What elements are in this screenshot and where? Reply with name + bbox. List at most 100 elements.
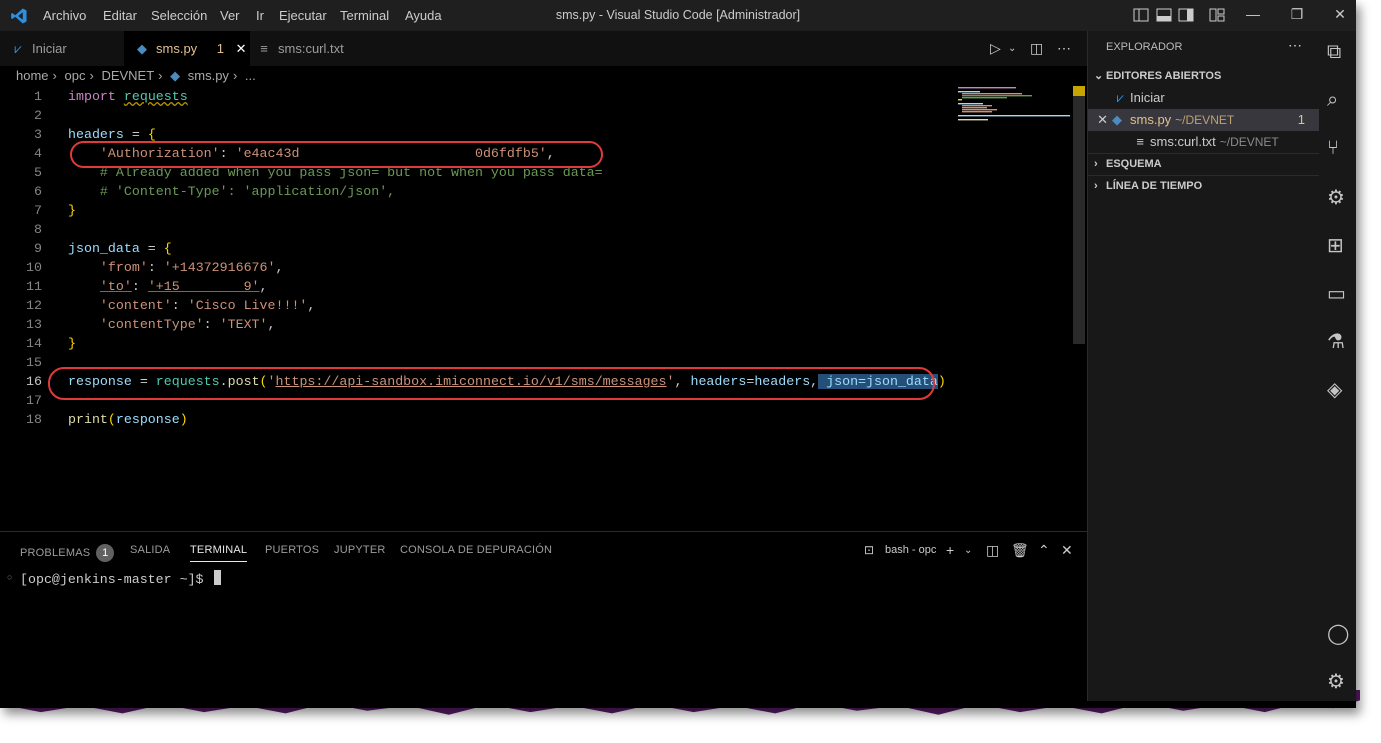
terminal-circle-icon: ○ bbox=[7, 572, 13, 582]
open-editor-name: Iniciar bbox=[1130, 90, 1165, 105]
code-token: = bbox=[139, 241, 164, 256]
split-terminal-icon[interactable]: ◫ bbox=[986, 542, 999, 559]
toggle-secondary-sidebar-icon[interactable] bbox=[1178, 8, 1194, 22]
more-actions-icon[interactable]: ⋯ bbox=[1057, 40, 1071, 57]
chevron-right-icon: › bbox=[1094, 180, 1098, 192]
chevron-right-icon: › bbox=[158, 68, 163, 83]
tab-sms-py[interactable]: ◆ sms.py 1 ✕ bbox=[124, 31, 250, 66]
explorer-more-icon[interactable]: ⋯ bbox=[1288, 37, 1302, 54]
menu-ir[interactable]: Ir bbox=[256, 8, 264, 23]
code-token: response bbox=[115, 412, 180, 427]
code-token: : bbox=[131, 279, 148, 294]
terminal-shell-name[interactable]: bash - opc bbox=[885, 544, 936, 556]
code-token: '+14372916676' bbox=[163, 260, 276, 275]
close-panel-icon[interactable]: ✕ bbox=[1061, 542, 1073, 559]
code-token: '+15 9' bbox=[147, 279, 260, 294]
menu-ejecutar[interactable]: Ejecutar bbox=[279, 8, 327, 23]
chevron-down-icon: ⌄ bbox=[1094, 70, 1104, 82]
code-token: { bbox=[163, 241, 172, 256]
chevron-right-icon: › bbox=[232, 68, 238, 83]
toggle-primary-sidebar-icon[interactable] bbox=[1133, 8, 1149, 22]
testing-flask-icon[interactable]: ⚗ bbox=[1327, 329, 1345, 354]
breadcrumb-more[interactable]: ... bbox=[245, 68, 256, 83]
source-control-icon[interactable]: ⑂ bbox=[1327, 137, 1339, 160]
menu-ayuda[interactable]: Ayuda bbox=[405, 8, 442, 23]
panel-tab-terminal[interactable]: TERMINAL bbox=[190, 544, 248, 562]
vscode-welcome-icon: ⩗ bbox=[14, 41, 22, 56]
close-editor-icon[interactable]: ✕ bbox=[1088, 109, 1108, 131]
open-editor-iniciar[interactable]: ⩗ Iniciar bbox=[1088, 87, 1319, 109]
panel-tab-consola-depuracion[interactable]: CONSOLA DE DEPURACIÓN bbox=[400, 544, 552, 556]
section-editores-abiertos[interactable]: ⌄ EDITORES ABIERTOS bbox=[1094, 69, 1221, 82]
split-editor-icon[interactable]: ◫ bbox=[1030, 40, 1043, 57]
breadcrumb-home[interactable]: home bbox=[16, 68, 49, 83]
close-button[interactable]: ✕ bbox=[1330, 6, 1350, 23]
search-icon[interactable]: ⌕ bbox=[1327, 89, 1338, 112]
code-token: , bbox=[307, 298, 316, 313]
tab-label: sms:curl.txt bbox=[278, 41, 344, 56]
maximize-panel-chevron-up-icon[interactable]: ⌃ bbox=[1038, 542, 1050, 559]
menu-archivo[interactable]: Archivo bbox=[43, 8, 86, 23]
panel-tab-puertos[interactable]: PUERTOS bbox=[265, 544, 319, 556]
panel-tab-salida[interactable]: SALIDA bbox=[130, 544, 170, 556]
breadcrumb-opc[interactable]: opc bbox=[65, 68, 86, 83]
tab-close-icon[interactable]: ✕ bbox=[236, 41, 247, 56]
breadcrumb: home › opc › DEVNET › ◆ sms.py › ... bbox=[16, 68, 260, 84]
section-label: LÍNEA DE TIEMPO bbox=[1106, 180, 1203, 192]
run-debug-icon[interactable]: ⚙ bbox=[1327, 185, 1345, 210]
accounts-icon[interactable]: ◯ bbox=[1327, 621, 1349, 646]
terminal-cursor bbox=[213, 570, 221, 585]
line-number: 16 bbox=[26, 374, 42, 389]
kill-terminal-trash-icon[interactable]: 🗑 bbox=[1011, 542, 1029, 559]
section-esquema[interactable]: › ESQUEMA bbox=[1094, 158, 1162, 170]
extensions-icon[interactable]: ⊞ bbox=[1327, 233, 1344, 258]
new-terminal-plus-icon[interactable]: + bbox=[946, 542, 954, 558]
run-file-icon[interactable]: ▷ bbox=[990, 40, 1001, 57]
customize-layout-icon[interactable] bbox=[1209, 8, 1225, 22]
python-file-icon: ◆ bbox=[137, 41, 147, 56]
toggle-panel-icon[interactable] bbox=[1156, 8, 1172, 22]
section-linea-de-tiempo[interactable]: › LÍNEA DE TIEMPO bbox=[1094, 180, 1202, 192]
minimap[interactable] bbox=[958, 86, 1073, 126]
vscode-welcome-icon: ⩗ bbox=[1116, 90, 1124, 105]
line-number: 3 bbox=[34, 127, 42, 142]
tab-sms-curl[interactable]: ≡ sms:curl.txt bbox=[248, 31, 386, 66]
chevron-right-icon: › bbox=[52, 68, 57, 83]
chevron-right-icon: › bbox=[1094, 158, 1098, 170]
breadcrumb-file[interactable]: sms.py bbox=[188, 68, 229, 83]
menu-ver[interactable]: Ver bbox=[220, 8, 240, 23]
minimize-button[interactable]: — bbox=[1243, 6, 1263, 22]
panel-tab-problemas[interactable]: PROBLEMAS 1 bbox=[20, 544, 115, 562]
explorer-files-icon[interactable]: ⧉ bbox=[1327, 41, 1341, 64]
problems-count-badge: 1 bbox=[96, 544, 115, 562]
request-highlight-annotation bbox=[48, 367, 935, 400]
menu-editar[interactable]: Editar bbox=[103, 8, 137, 23]
menu-seleccion[interactable]: Selección bbox=[151, 8, 207, 23]
line-number: 13 bbox=[26, 317, 42, 332]
line-number: 10 bbox=[26, 260, 42, 275]
terminal-output[interactable]: [opc@jenkins-master ~]$ bbox=[20, 570, 221, 587]
manage-gear-icon[interactable]: ⚙ bbox=[1327, 669, 1345, 694]
vscode-logo-icon bbox=[11, 8, 27, 24]
code-token: 'TEXT' bbox=[219, 317, 268, 332]
code-editor[interactable]: 1 2 3 4 5 6 7 8 9 10 11 12 13 14 15 16 17 18 import reque… bbox=[0, 87, 1087, 529]
breadcrumb-devnet[interactable]: DEVNET bbox=[101, 68, 154, 83]
terminal-dropdown-chevron-icon[interactable]: ⌄ bbox=[964, 545, 972, 556]
menu-terminal[interactable]: Terminal bbox=[340, 8, 389, 23]
run-dropdown-chevron-icon[interactable]: ⌄ bbox=[1008, 43, 1016, 54]
python-file-icon: ◆ bbox=[1112, 112, 1122, 127]
tab-iniciar[interactable]: ⩗ Iniciar bbox=[0, 31, 134, 66]
tab-problem-count: 1 bbox=[216, 41, 225, 56]
line-number: 15 bbox=[26, 355, 42, 370]
open-editor-sms-py[interactable]: ✕ ◆ sms.py ~/DEVNET 1 bbox=[1088, 109, 1319, 131]
remote-explorer-icon[interactable]: ▭ bbox=[1327, 281, 1346, 306]
code-token: 'contentType' bbox=[99, 317, 204, 332]
restore-button[interactable]: ❐ bbox=[1287, 6, 1307, 23]
panel-tab-jupyter[interactable]: JUPYTER bbox=[334, 544, 386, 556]
code-token: print bbox=[68, 412, 108, 427]
open-editor-sms-curl[interactable]: ≡ sms:curl.txt ~/DEVNET bbox=[1088, 131, 1319, 153]
code-line-12: 'content': 'Cisco Live!!!', bbox=[68, 298, 315, 313]
editor-scrollbar[interactable] bbox=[1073, 86, 1085, 344]
python-icon[interactable]: ◈ bbox=[1327, 377, 1342, 402]
code-token: requests bbox=[123, 89, 188, 104]
